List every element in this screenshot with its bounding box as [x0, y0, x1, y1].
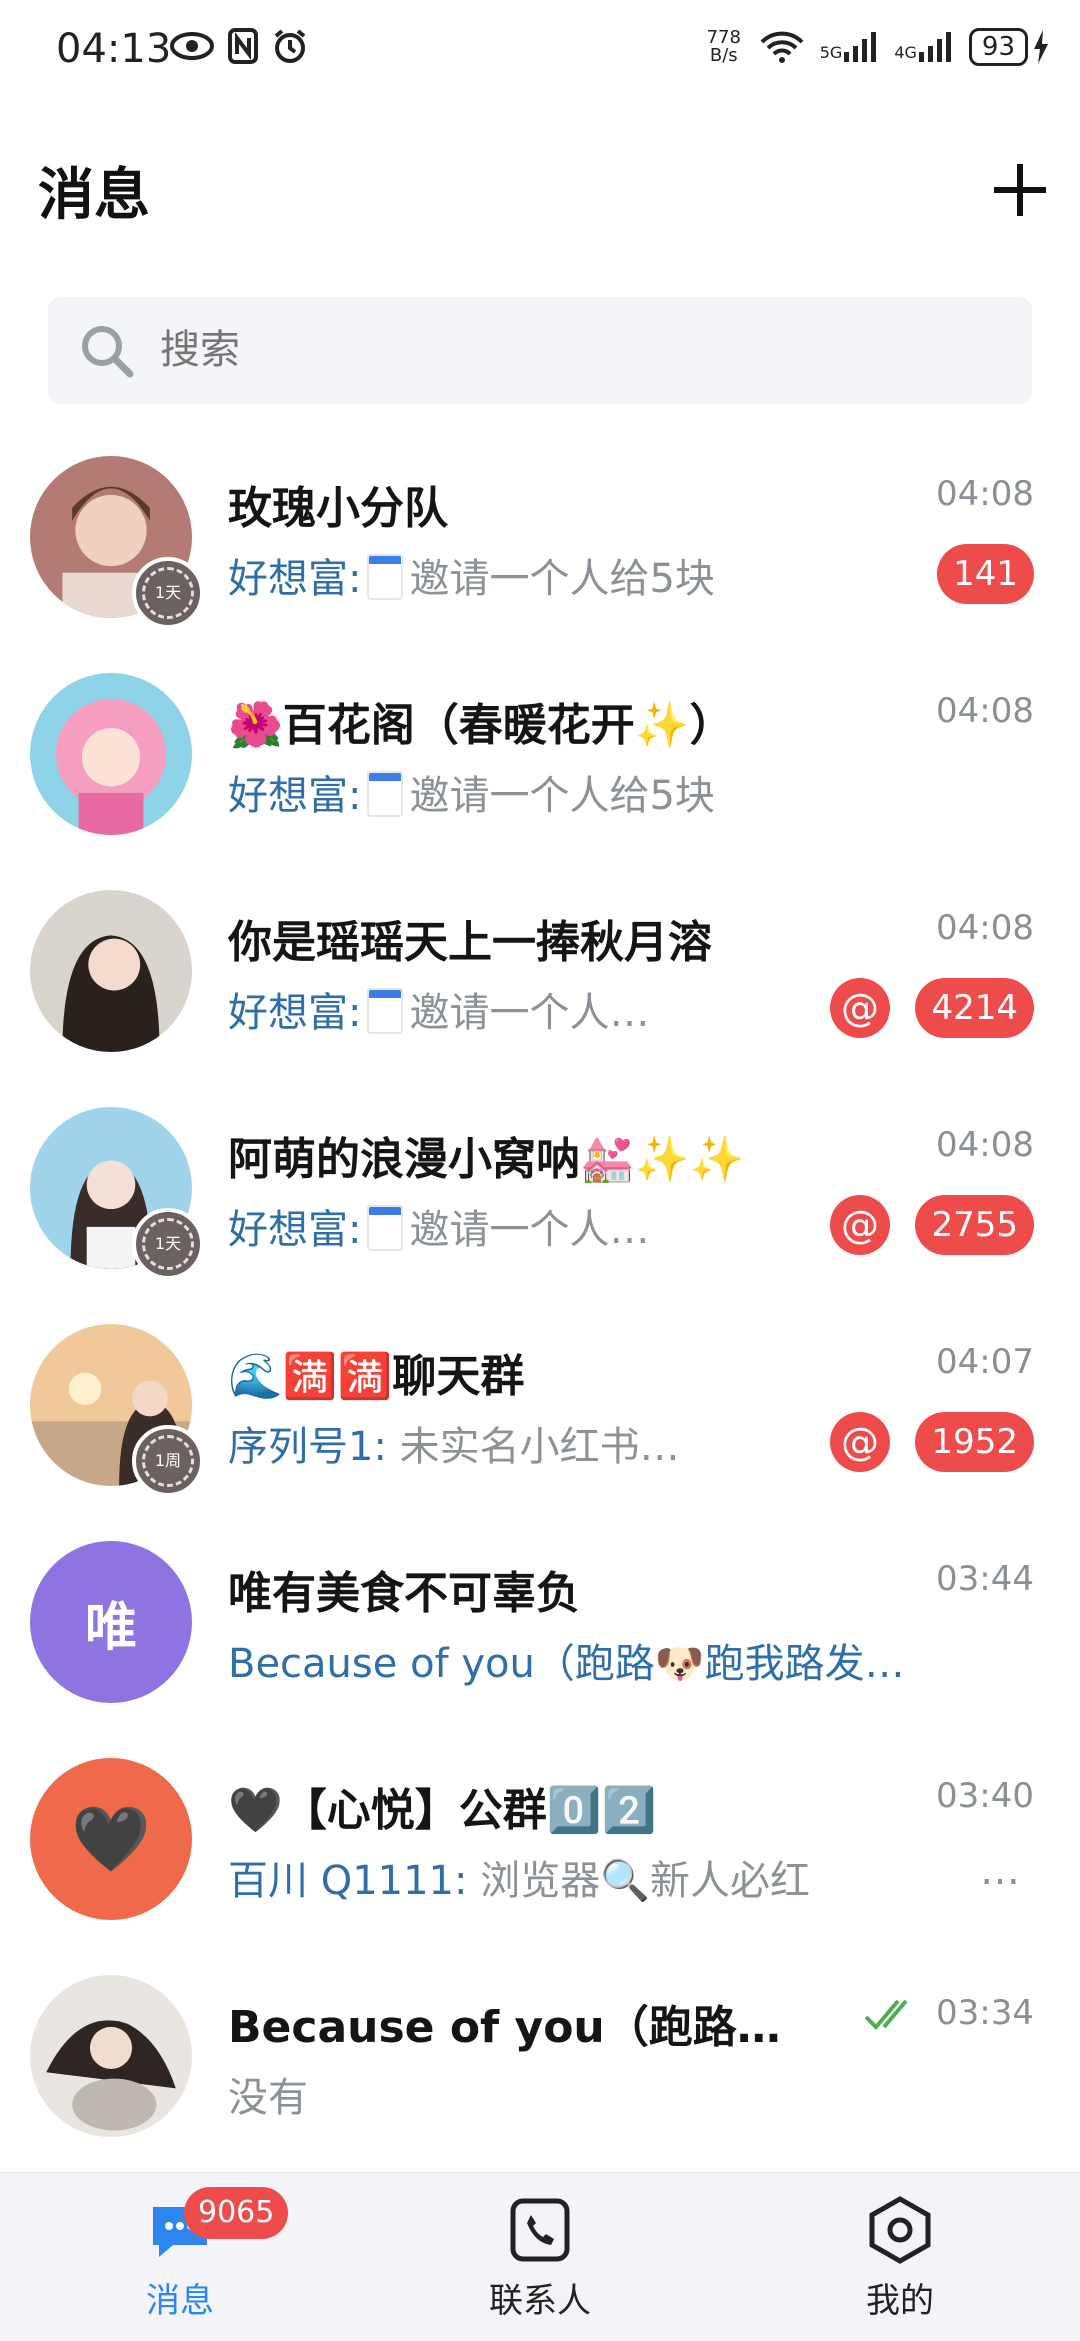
- chat-time: 03:44: [936, 1559, 1034, 1599]
- image-thumbnail-icon: [367, 554, 404, 600]
- chat-name: 🌊🈵🈵聊天群: [228, 1351, 525, 1402]
- avatar: [30, 673, 192, 835]
- status-right-icons: 778 B/s 5G 4G 93: [704, 28, 1050, 66]
- chat-time: 04:07: [936, 1342, 1034, 1382]
- search-icon: [82, 325, 134, 377]
- eye-icon: [170, 32, 214, 60]
- messages-badge: 9065: [184, 2187, 289, 2239]
- chat-preview: 没有: [228, 2075, 308, 2121]
- avatar: [30, 890, 192, 1052]
- network-speed: 778 B/s: [706, 27, 741, 66]
- avatar: 唯: [30, 1541, 192, 1703]
- tab-me[interactable]: 我的: [800, 2195, 1000, 2322]
- chat-preview: 百川 Q1111: 浏览器🔍新人必红: [228, 1858, 811, 1904]
- chat-time: 03:34: [936, 1993, 1034, 2033]
- chat-preview: 好想富: 邀请一个人…: [228, 988, 650, 1036]
- unread-badge: 141: [937, 544, 1034, 604]
- chat-name: Because of you（跑路…: [228, 2002, 781, 2053]
- unread-badge: 4214: [915, 978, 1034, 1038]
- chat-time: 04:08: [936, 691, 1034, 731]
- search-bar[interactable]: [48, 297, 1032, 404]
- mention-badge: @: [830, 1412, 890, 1472]
- preview-ellipsis: …: [980, 1848, 1020, 1894]
- status-time: 04:13: [56, 26, 172, 72]
- chat-preview: 序列号1: 未实名小红书…: [228, 1424, 680, 1470]
- tab-me-label: 我的: [866, 2281, 934, 2321]
- nfc-icon: [228, 28, 258, 64]
- avatar-letter: 唯: [84, 1597, 137, 1658]
- chat-time: 03:40: [936, 1776, 1034, 1816]
- image-thumbnail-icon: [367, 988, 404, 1034]
- chat-time: 04:08: [936, 908, 1034, 948]
- alarm-icon: [274, 29, 306, 63]
- timer-badge: 1周: [132, 1425, 204, 1497]
- chat-row[interactable]: 1天 玫瑰小分队 04:08 好想富: 邀请一个人给5块 141: [0, 452, 1080, 669]
- phone-contacts-icon: [510, 2198, 570, 2262]
- tab-contacts-label: 联系人: [489, 2281, 591, 2321]
- battery-indicator: 93: [968, 28, 1050, 66]
- chat-row[interactable]: 1天 阿萌的浪漫小窝呐💒✨✨ 04:08 好想富: 邀请一个人… @ 2755: [0, 1103, 1080, 1320]
- hexagon-settings-icon: [869, 2196, 931, 2264]
- chat-name: 唯有美食不可辜负: [228, 1568, 580, 1619]
- bottom-nav: 9065 消息 联系人 我的: [0, 2172, 1080, 2341]
- unread-badge: 2755: [915, 1195, 1034, 1255]
- image-thumbnail-icon: [367, 1205, 404, 1251]
- avatar: [30, 1975, 192, 2137]
- chat-preview: 好想富: 邀请一个人…: [228, 1205, 650, 1253]
- chat-name: 🌺百花阁（春暖花开✨）: [228, 700, 734, 751]
- chat-name: 玫瑰小分队: [228, 483, 448, 534]
- chat-row[interactable]: Because of you（跑路… 03:34 没有: [0, 1971, 1080, 2188]
- chat-name: 阿萌的浪漫小窝呐💒✨✨: [228, 1134, 745, 1185]
- chat-preview: 好想富: 邀请一个人给5块: [228, 554, 715, 602]
- chat-row[interactable]: 🌺百花阁（春暖花开✨） 04:08 好想富: 邀请一个人给5块: [0, 669, 1080, 886]
- timer-badge: 1天: [132, 1208, 204, 1280]
- wifi-icon: [760, 31, 804, 63]
- page-title: 消息: [38, 163, 150, 228]
- signal-5g-icon: 5G: [820, 32, 879, 62]
- chat-time: 04:08: [936, 474, 1034, 514]
- signal-4g-icon: 4G: [894, 32, 953, 62]
- mention-badge: @: [830, 1195, 890, 1255]
- unread-badge: 1952: [915, 1412, 1034, 1472]
- tab-messages-label: 消息: [146, 2281, 214, 2321]
- status-bar: 04:13 778 B/s 5G 4G 93: [0, 0, 1080, 110]
- chat-row[interactable]: 唯 唯有美食不可辜负 03:44 Because of you（跑路🐶跑我路发…: [0, 1537, 1080, 1754]
- tab-contacts[interactable]: 联系人: [440, 2195, 640, 2322]
- chat-preview: Because of you（跑路🐶跑我路发…: [228, 1641, 905, 1687]
- heart-icon: 🖤: [71, 1802, 151, 1877]
- chat-row[interactable]: 你是瑶瑶天上一捧秋月溶 04:08 好想富: 邀请一个人… @ 4214: [0, 886, 1080, 1103]
- chat-name: 🖤【心悦】公群0️⃣2️⃣: [228, 1785, 657, 1836]
- add-icon[interactable]: [990, 160, 1050, 220]
- chat-name: 你是瑶瑶天上一捧秋月溶: [228, 917, 712, 968]
- search-input[interactable]: [158, 327, 982, 374]
- avatar: 🖤: [30, 1758, 192, 1920]
- tab-messages[interactable]: 9065 消息: [80, 2187, 289, 2322]
- chat-row[interactable]: 1周 🌊🈵🈵聊天群 04:07 序列号1: 未实名小红书… @ 1952: [0, 1320, 1080, 1537]
- double-check-icon: [864, 1999, 908, 2030]
- chat-list: 1天 玫瑰小分队 04:08 好想富: 邀请一个人给5块 141 🌺百花阁（春暖花…: [0, 452, 1080, 2188]
- timer-badge: 1天: [132, 557, 204, 629]
- chat-preview: 好想富: 邀请一个人给5块: [228, 771, 715, 819]
- image-thumbnail-icon: [367, 771, 404, 817]
- mention-badge: @: [830, 978, 890, 1038]
- chat-row[interactable]: 🖤 🖤【心悦】公群0️⃣2️⃣ 03:40 百川 Q1111: 浏览器🔍新人必红…: [0, 1754, 1080, 1971]
- chat-time: 04:08: [936, 1125, 1034, 1165]
- charging-icon: [1034, 30, 1048, 64]
- status-left-icons: [170, 28, 308, 64]
